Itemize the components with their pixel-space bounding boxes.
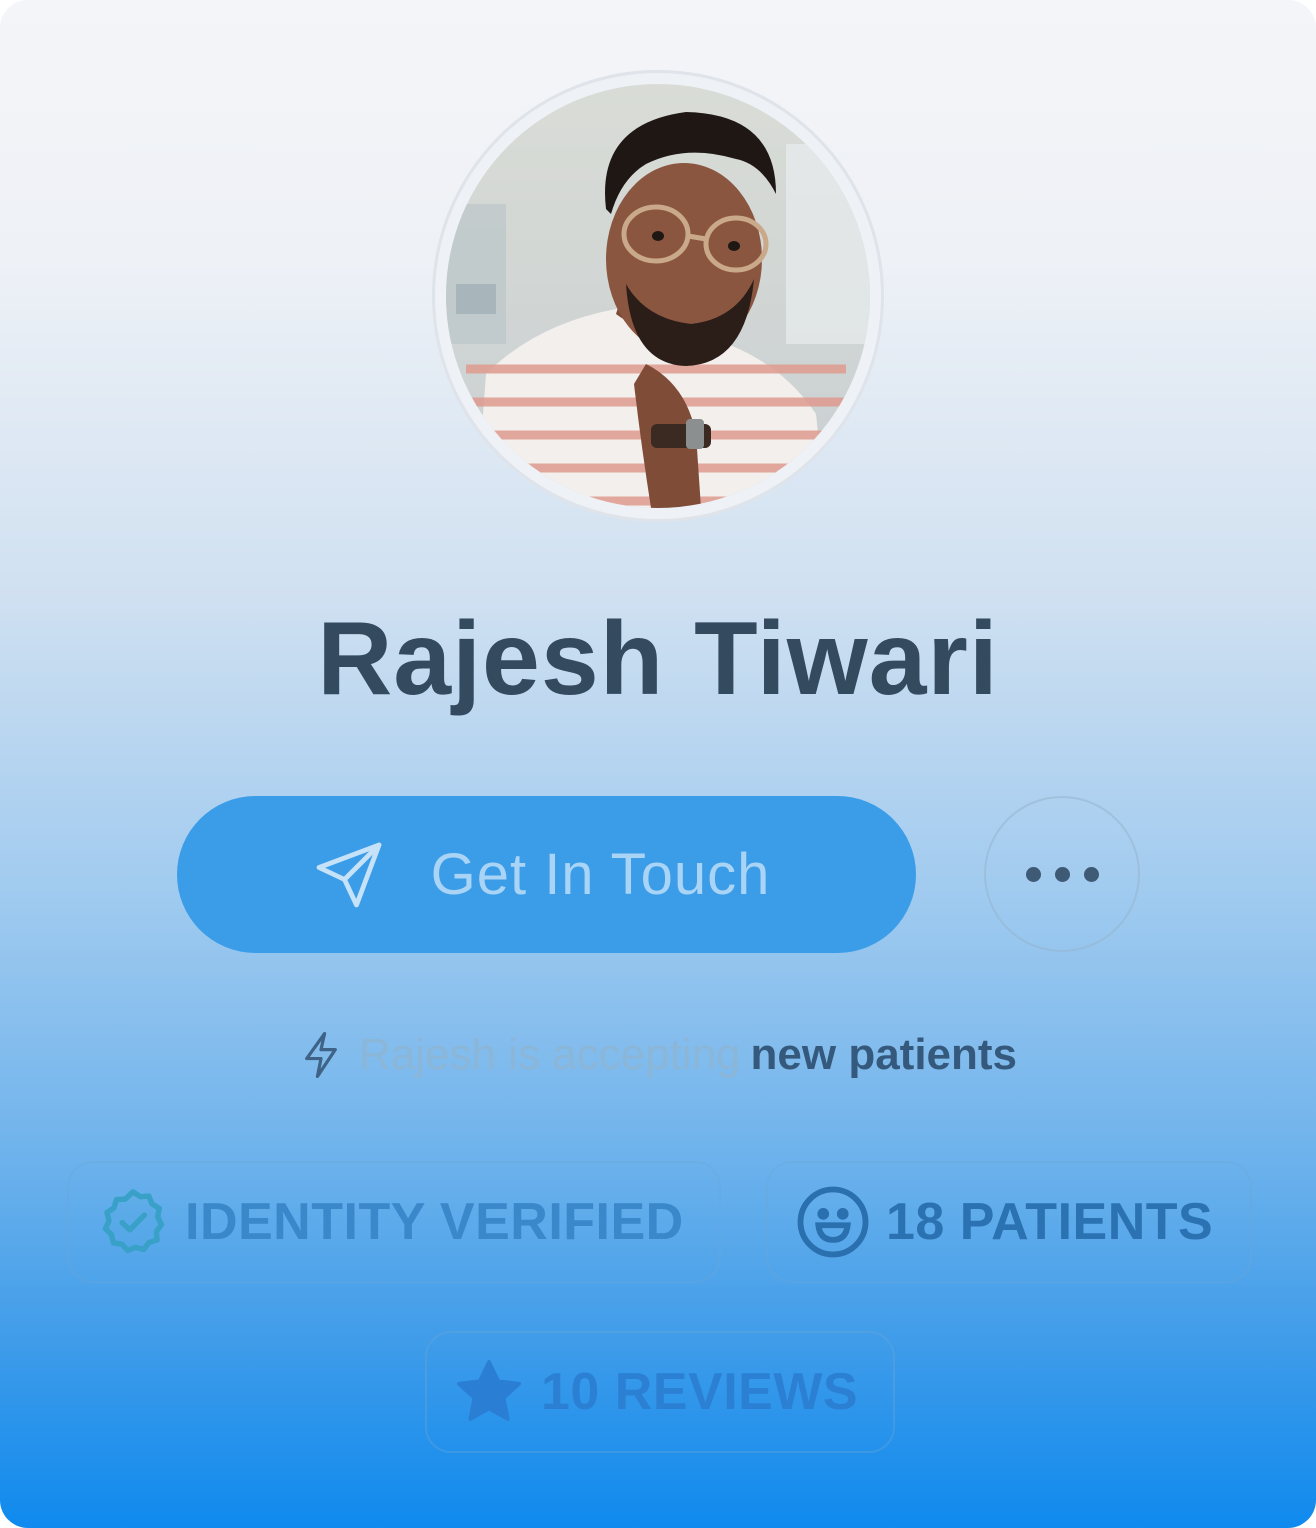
profile-name: Rajesh Tiwari [317, 601, 999, 717]
more-dot [1054, 866, 1070, 882]
smiley-icon [797, 1186, 869, 1258]
more-options-button[interactable] [984, 796, 1140, 952]
get-in-touch-label: Get In Touch [430, 842, 771, 907]
patients-badge: 18 PATIENTS [766, 1161, 1252, 1283]
profile-card: Rajesh Tiwari Get In Touch Rajesh is acc… [0, 0, 1316, 1528]
get-in-touch-button[interactable]: Get In Touch [177, 796, 916, 953]
accepting-prefix: Rajesh is accepting [358, 1030, 741, 1079]
more-horizontal-icon [1025, 866, 1041, 882]
accepting-status: Rajesh is accepting new patients [0, 1030, 1316, 1080]
patients-label: 18 PATIENTS [886, 1193, 1214, 1251]
lightning-icon [305, 1031, 337, 1079]
avatar [446, 84, 870, 508]
more-dot [1083, 866, 1099, 882]
identity-verified-badge: IDENTITY VERIFIED [67, 1161, 721, 1283]
star-icon [457, 1360, 521, 1421]
accepting-emphasis: new patients [750, 1030, 1018, 1079]
verified-badge-icon [102, 1189, 165, 1254]
paper-plane-icon [316, 842, 381, 907]
reviews-label: 10 REVIEWS [541, 1363, 859, 1421]
identity-verified-label: IDENTITY VERIFIED [185, 1193, 684, 1251]
reviews-badge: 10 REVIEWS [425, 1331, 895, 1453]
